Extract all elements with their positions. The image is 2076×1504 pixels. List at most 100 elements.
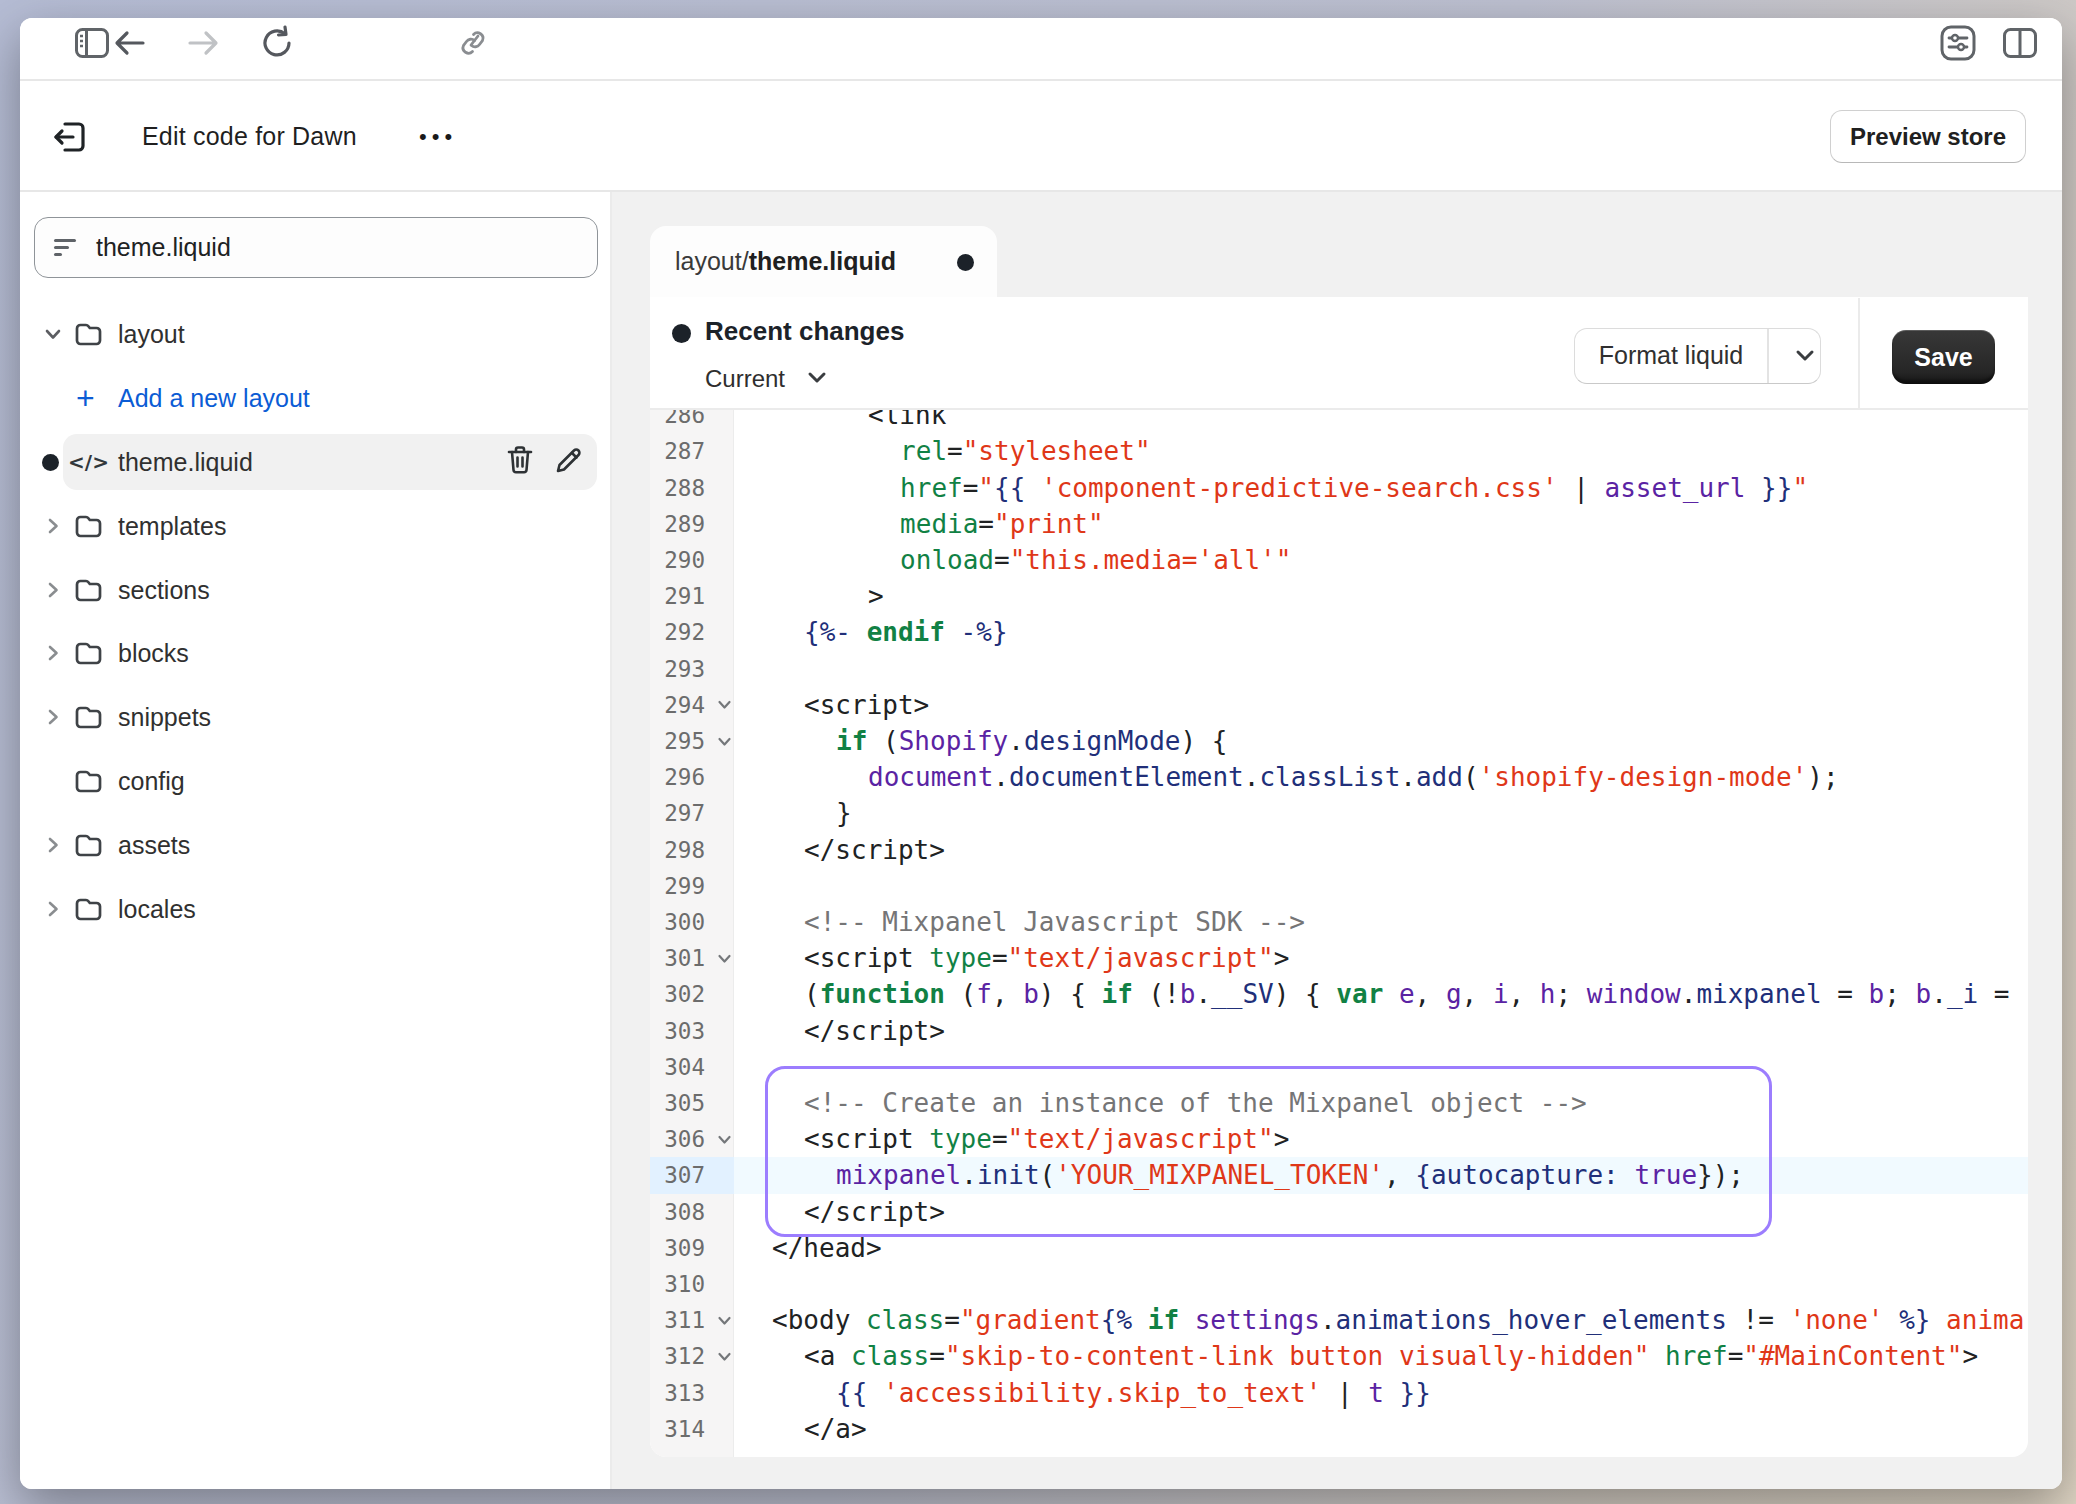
folder-icon	[75, 577, 102, 603]
code-line-314[interactable]: 314</a>	[650, 1411, 2028, 1447]
line-number: 308	[650, 1194, 705, 1230]
more-actions-button[interactable]: •••	[419, 81, 457, 192]
line-number: 300	[650, 904, 705, 940]
sidebar-item-theme-liquid[interactable]: </>theme.liquid	[20, 434, 610, 490]
line-number: 292	[650, 614, 705, 650]
folder-icon	[75, 896, 102, 922]
sidebar-item-assets[interactable]: assets	[20, 817, 610, 873]
code-line-298[interactable]: 298</script>	[650, 832, 2028, 868]
version-select[interactable]: Current	[705, 365, 785, 393]
code-line-301[interactable]: 301<script type="text/javascript">	[650, 940, 2028, 976]
sidebar-item-templates[interactable]: templates	[20, 498, 610, 554]
line-number: 293	[650, 651, 705, 687]
sidebar-item-sections[interactable]: sections	[20, 562, 610, 618]
sidebar-item-snippets[interactable]: snippets	[20, 689, 610, 745]
line-number: 287	[650, 433, 705, 469]
code-line-299[interactable]: 299	[650, 868, 2028, 904]
format-liquid-button[interactable]: Format liquid	[1574, 328, 1821, 384]
back-button[interactable]	[112, 25, 148, 61]
fold-chevron-icon[interactable]	[712, 1127, 736, 1151]
chevron-right-icon[interactable]	[41, 897, 65, 921]
sidebar-toggle-icon[interactable]	[74, 25, 110, 61]
code-line-313[interactable]: 313{{ 'accessibility.skip_to_text' | t }…	[650, 1375, 2028, 1411]
folder-icon	[75, 513, 102, 539]
split-view-icon[interactable]	[2002, 25, 2038, 61]
code-line-290[interactable]: 290onload="this.media='all'"	[650, 542, 2028, 578]
chevron-right-icon[interactable]	[41, 641, 65, 665]
code-line-310[interactable]: 310	[650, 1266, 2028, 1302]
code-line-300[interactable]: 300<!-- Mixpanel Javascript SDK -->	[650, 904, 2028, 940]
code-line-291[interactable]: 291>	[650, 578, 2028, 614]
item-label: sections	[118, 562, 210, 618]
tab-unsaved-dot	[957, 254, 974, 271]
code-line-311[interactable]: 311<body class="gradient{% if settings.a…	[650, 1302, 2028, 1338]
chevron-right-icon[interactable]	[41, 833, 65, 857]
line-number: 301	[650, 940, 705, 976]
sidebar-item-config[interactable]: config	[20, 753, 610, 809]
chevron-right-icon[interactable]	[41, 705, 65, 729]
format-liquid-label: Format liquid	[1575, 329, 1767, 382]
plus-icon: +	[76, 370, 95, 426]
code-line-303[interactable]: 303</script>	[650, 1013, 2028, 1049]
code-line-293[interactable]: 293	[650, 651, 2028, 687]
fold-chevron-icon[interactable]	[712, 729, 736, 753]
code-line-294[interactable]: 294<script>	[650, 687, 2028, 723]
fold-chevron-icon[interactable]	[712, 1308, 736, 1332]
tab-theme-liquid[interactable]: layout/theme.liquid	[650, 226, 997, 297]
folder-icon	[75, 640, 102, 666]
line-number: 291	[650, 578, 705, 614]
preview-store-button[interactable]: Preview store	[1830, 110, 2026, 163]
line-number: 297	[650, 795, 705, 831]
code-line-296[interactable]: 296document.documentElement.classList.ad…	[650, 759, 2028, 795]
item-label: layout	[118, 306, 185, 362]
sidebar-item-blocks[interactable]: blocks	[20, 625, 610, 681]
add-new-layout-link[interactable]: + Add a new layout	[20, 370, 610, 426]
sidebar-item-locales[interactable]: locales	[20, 881, 610, 937]
version-chevron-icon	[804, 369, 830, 387]
line-number: 303	[650, 1013, 705, 1049]
file-sidebar: theme.liquid layout + Add a new layout </>t…	[20, 192, 612, 1489]
chevron-right-icon[interactable]	[41, 514, 65, 538]
fold-chevron-icon[interactable]	[712, 946, 736, 970]
item-label: theme.liquid	[118, 434, 253, 490]
code-line-289[interactable]: 289media="print"	[650, 506, 2028, 542]
item-label: blocks	[118, 625, 189, 681]
folder-icon	[75, 832, 102, 858]
editor-header: Recent changes Current Format liquid	[650, 297, 2028, 410]
exit-icon[interactable]	[50, 117, 90, 157]
line-number: 304	[650, 1049, 705, 1085]
rename-file-icon[interactable]	[554, 445, 584, 479]
format-dropdown-chevron[interactable]	[1780, 329, 1830, 382]
fold-chevron-icon[interactable]	[712, 1344, 736, 1368]
code-line-312[interactable]: 312<a class="skip-to-content-link button…	[650, 1338, 2028, 1374]
code-line-297[interactable]: 297}	[650, 795, 2028, 831]
chevron-down-icon[interactable]	[41, 322, 65, 346]
code-line-302[interactable]: 302(function (f, b) { if (!b.__SV) { var…	[650, 976, 2028, 1012]
recent-changes-title: Recent changes	[705, 316, 904, 347]
folder-icon	[75, 321, 102, 347]
recent-changes-dot	[672, 324, 691, 343]
code-editor[interactable]: 286<link287rel="stylesheet"288href="{{ '…	[650, 410, 2028, 1457]
item-label: Add a new layout	[118, 370, 310, 426]
code-line-292[interactable]: 292{%- endif -%}	[650, 614, 2028, 650]
line-number: 290	[650, 542, 705, 578]
forward-button[interactable]	[185, 25, 221, 61]
save-button[interactable]: Save	[1892, 330, 1995, 384]
code-line-287[interactable]: 287rel="stylesheet"	[650, 433, 2028, 469]
line-number: 306	[650, 1121, 705, 1157]
folder-icon	[75, 704, 102, 730]
file-tree: layout + Add a new layout </>theme.liquid te…	[20, 192, 610, 1489]
line-number: 298	[650, 832, 705, 868]
code-line-288[interactable]: 288href="{{ 'component-predictive-search…	[650, 470, 2028, 506]
code-line-286[interactable]: 286<link	[650, 410, 2028, 433]
browser-settings-icon[interactable]	[1940, 25, 1976, 61]
sidebar-item-layout[interactable]: layout	[20, 306, 610, 362]
chevron-right-icon[interactable]	[41, 578, 65, 602]
fold-chevron-icon[interactable]	[712, 693, 736, 717]
line-number: 299	[650, 868, 705, 904]
line-number: 310	[650, 1266, 705, 1302]
reload-button[interactable]	[259, 25, 295, 61]
code-line-295[interactable]: 295if (Shopify.designMode) {	[650, 723, 2028, 759]
delete-file-icon[interactable]	[506, 445, 534, 479]
browser-toolbar	[20, 18, 2062, 81]
